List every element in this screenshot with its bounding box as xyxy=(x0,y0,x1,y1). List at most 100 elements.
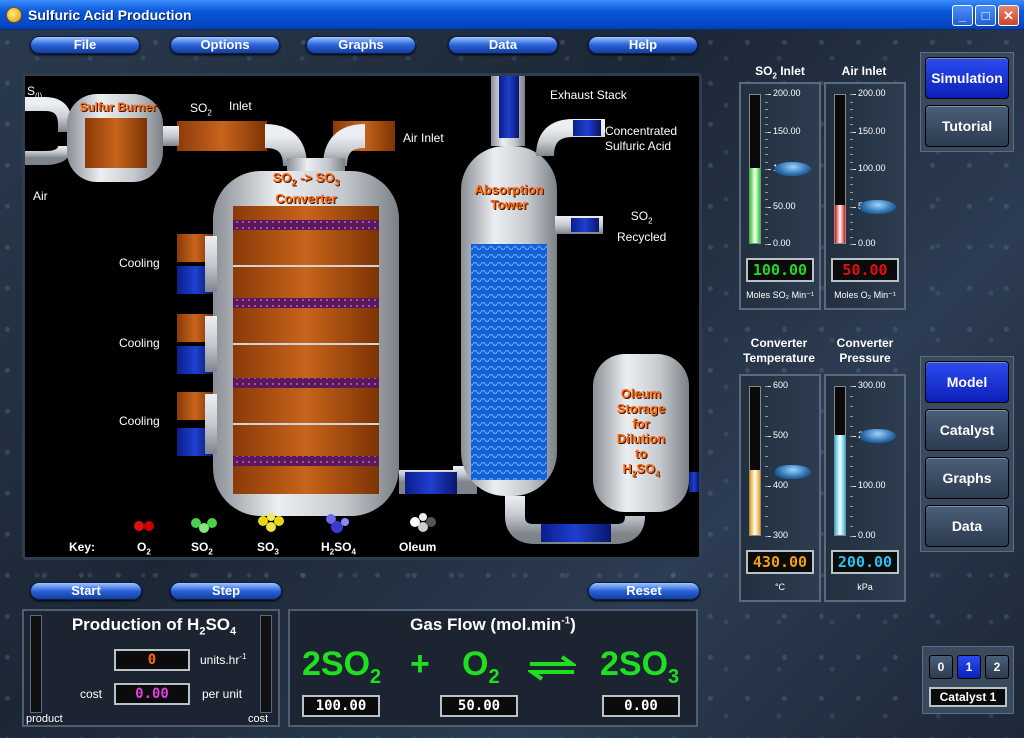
concentrated-acid-label: Concentrated Sulfuric Acid xyxy=(605,124,678,153)
catalyst-button[interactable]: Catalyst xyxy=(925,409,1009,451)
tick-label: 300 xyxy=(773,530,789,540)
so2-inlet-label: SO2 xyxy=(190,101,212,118)
minor-tick xyxy=(850,456,853,457)
reset-button[interactable]: Reset xyxy=(588,582,700,600)
tick-label: 600 xyxy=(773,380,789,390)
converter-pressure-gauge: 300.00200.00100.000.00200.00kPa xyxy=(824,374,906,602)
tick-label: 200.00 xyxy=(858,88,886,98)
menu-graphs[interactable]: Graphs xyxy=(306,36,416,54)
air-inlet-fill xyxy=(835,205,845,243)
converter-temperature-slider[interactable] xyxy=(775,464,811,479)
minor-tick xyxy=(850,139,853,140)
plant-diagram: S(l) Air Sulfur Burner SO2 Inlet Air Inl… xyxy=(22,73,702,560)
minor-tick xyxy=(850,486,853,487)
maximize-button[interactable]: □ xyxy=(975,5,996,26)
equation-so2: 2SO2 xyxy=(302,645,382,688)
tick-label: 500 xyxy=(773,430,789,440)
air-inlet-slider[interactable] xyxy=(860,199,896,214)
minor-tick xyxy=(850,124,853,125)
minor-tick xyxy=(850,396,853,397)
minor-tick xyxy=(765,94,768,95)
production-title: Production of H2SO4 xyxy=(71,615,237,638)
step-button[interactable]: Step xyxy=(170,582,282,600)
data-button[interactable]: Data xyxy=(925,505,1009,547)
minor-tick xyxy=(765,176,768,178)
minor-tick xyxy=(850,199,853,200)
minimize-button[interactable]: _ xyxy=(952,5,973,26)
key-so2-molecule xyxy=(191,518,217,533)
cooling-label-3: Cooling xyxy=(119,414,160,428)
cost-bar xyxy=(260,615,272,713)
tutorial-button[interactable]: Tutorial xyxy=(925,105,1009,147)
air-inlet-gauge: 200.00150.00100.0050.000.0050.00Moles O₂… xyxy=(824,82,906,310)
minor-tick xyxy=(850,214,853,215)
converter-pressure-readout: 200.00 xyxy=(831,550,899,574)
air-inlet-readout: 50.00 xyxy=(831,258,899,282)
minor-tick xyxy=(850,131,853,133)
so2-recycled-label: SO2 Recycled xyxy=(617,209,667,245)
menu-options[interactable]: Options xyxy=(170,36,280,54)
o2-flow-readout: 50.00 xyxy=(440,695,518,717)
minor-tick xyxy=(765,476,768,477)
catalyst-label: Catalyst 1 xyxy=(929,687,1007,707)
tick-label: 100.00 xyxy=(858,480,886,490)
minor-tick xyxy=(765,496,768,497)
graphs-button[interactable]: Graphs xyxy=(925,457,1009,499)
model-button[interactable]: Model xyxy=(925,361,1009,403)
minor-tick xyxy=(850,184,853,185)
sulfur-burner-title: Sulfur Burner xyxy=(79,100,157,114)
so3-flow-readout: 0.00 xyxy=(602,695,680,717)
minor-tick xyxy=(765,169,768,170)
minor-tick xyxy=(850,116,853,118)
converter-pressure-title: Converter Pressure xyxy=(836,336,894,365)
exhaust-stack-label: Exhaust Stack xyxy=(550,88,627,102)
cooling-label-1: Cooling xyxy=(119,256,160,270)
air-inlet-unit: Moles O₂ Min⁻¹ xyxy=(834,290,896,300)
minor-tick xyxy=(765,191,768,193)
sulfur-input-label: S(l) xyxy=(27,84,43,101)
minor-tick xyxy=(765,131,768,133)
catalyst-option-2[interactable]: 2 xyxy=(985,655,1009,679)
converter-title: SO2 -> SO3 Converter xyxy=(272,170,340,206)
converter-temperature-unit: °C xyxy=(774,582,786,592)
key-oleum-molecule xyxy=(410,513,436,532)
minor-tick xyxy=(850,386,853,387)
gas-flow-title: Gas Flow (mol.min-1) xyxy=(410,615,576,634)
tick-label: 0.00 xyxy=(858,238,876,248)
minor-tick xyxy=(765,436,768,437)
tick-label: 400 xyxy=(773,480,789,490)
tick-label: 150.00 xyxy=(773,125,801,136)
minor-tick xyxy=(765,446,768,447)
minor-tick xyxy=(850,94,853,95)
simulation-button[interactable]: Simulation xyxy=(925,57,1009,99)
minor-tick xyxy=(850,101,853,103)
key-h2so4: H2SO4 xyxy=(321,540,356,557)
so2-inlet-slider[interactable] xyxy=(775,162,811,176)
minor-tick xyxy=(850,169,853,170)
menu-data[interactable]: Data xyxy=(448,36,558,54)
cost-label: cost xyxy=(80,687,103,701)
plant-schematic xyxy=(25,76,699,544)
mode-panel: Simulation Tutorial xyxy=(920,52,1014,152)
close-button[interactable]: ✕ xyxy=(998,5,1019,26)
start-button[interactable]: Start xyxy=(30,582,142,600)
minor-tick xyxy=(765,406,768,407)
minor-tick xyxy=(765,244,768,245)
minor-tick xyxy=(765,536,768,537)
menu-help[interactable]: Help xyxy=(588,36,698,54)
minor-tick xyxy=(765,184,768,185)
catalyst-option-0[interactable]: 0 xyxy=(929,655,953,679)
minor-tick xyxy=(850,436,853,437)
tick-label: 200.00 xyxy=(773,88,801,98)
minor-tick xyxy=(765,199,768,200)
tick-label: 300.00 xyxy=(858,380,886,390)
minor-tick xyxy=(850,191,853,193)
so2-inlet-tube xyxy=(749,94,761,244)
catalyst-option-1[interactable]: 1 xyxy=(957,655,981,679)
minor-tick xyxy=(850,236,853,238)
converter-pressure-slider[interactable] xyxy=(860,428,896,443)
minor-tick xyxy=(765,229,768,230)
minor-tick xyxy=(765,214,768,215)
minor-tick xyxy=(765,124,768,125)
menu-file[interactable]: File xyxy=(30,36,140,54)
